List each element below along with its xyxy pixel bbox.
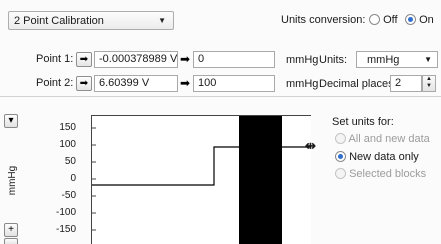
units-conversion-on[interactable]: On	[405, 14, 434, 26]
plot-svg	[92, 116, 310, 244]
chevron-down-icon: ▼	[158, 16, 166, 25]
point1-sample-button[interactable]: ➡	[76, 52, 92, 67]
option-selected-blocks[interactable]: Selected blocks	[335, 168, 426, 180]
set-units-title: Set units for:	[332, 116, 394, 128]
point1-unit: mmHg	[286, 54, 319, 66]
zoom-in-button[interactable]: +	[4, 223, 18, 237]
chevron-down-icon: ▼	[424, 55, 432, 64]
y-tick: -100	[55, 207, 76, 218]
decimal-places-label: Decimal places:	[319, 78, 397, 90]
decimal-places-field[interactable]: 2	[390, 75, 422, 92]
point2-sample-button[interactable]: ➡	[76, 76, 92, 91]
off-label: Off	[383, 14, 398, 26]
y-tick: 50	[64, 156, 76, 167]
y-tick: 0	[70, 173, 76, 184]
on-label: On	[419, 14, 434, 26]
y-tick: -150	[55, 224, 76, 235]
calibration-plot[interactable]	[91, 115, 311, 244]
units-label: Units:	[319, 54, 348, 66]
decimal-places-spinner[interactable]: ▲ ▼	[422, 75, 436, 92]
radio-on-icon[interactable]	[405, 14, 416, 25]
point2-unit: mmHg	[286, 78, 319, 90]
radio-off-icon[interactable]	[369, 14, 380, 25]
units-conversion-dialog: 2 Point Calibration ▼ Units conversion: …	[0, 0, 441, 244]
point2-raw-field[interactable]: 6.60399 V	[94, 75, 178, 92]
section-divider	[0, 96, 441, 97]
selection-block[interactable]	[239, 116, 282, 244]
units-conversion-label: Units conversion:	[281, 14, 366, 26]
arrow-right-icon: ➡	[180, 52, 191, 66]
arrow-right-icon: ➡	[180, 76, 191, 90]
calibration-mode-select[interactable]: 2 Point Calibration ▼	[8, 11, 174, 30]
drag-handle-icon[interactable]: ⇹	[305, 138, 316, 154]
y-axis-label: mmHg	[7, 165, 19, 196]
option-all-new-data[interactable]: All and new data	[335, 133, 430, 145]
option-new-data-only[interactable]: New data only	[335, 151, 419, 163]
zoom-out-button[interactable]	[4, 238, 18, 244]
units-select-value: mmHg	[367, 54, 400, 66]
point1-raw-field[interactable]: -0.000378989 V	[94, 51, 178, 68]
y-tick: 100	[59, 139, 76, 150]
radio-icon[interactable]	[335, 168, 346, 179]
collapse-button[interactable]: ▾	[4, 114, 18, 128]
option-label: Selected blocks	[349, 168, 427, 180]
radio-icon[interactable]	[335, 133, 346, 144]
option-label: All and new data	[348, 133, 430, 145]
radio-icon[interactable]	[335, 151, 346, 162]
y-tick: 150	[59, 122, 76, 133]
point2-value-field[interactable]: 100	[193, 75, 275, 92]
point1-label: Point 1:	[36, 53, 74, 65]
point2-label: Point 2:	[36, 77, 74, 89]
y-tick: -50	[61, 190, 76, 201]
units-conversion-off[interactable]: Off	[369, 14, 398, 26]
point1-value-field[interactable]: 0	[193, 51, 275, 68]
units-select[interactable]: mmHg ▼	[356, 51, 438, 68]
calibration-mode-value: 2 Point Calibration	[14, 15, 104, 27]
option-label: New data only	[349, 151, 419, 163]
